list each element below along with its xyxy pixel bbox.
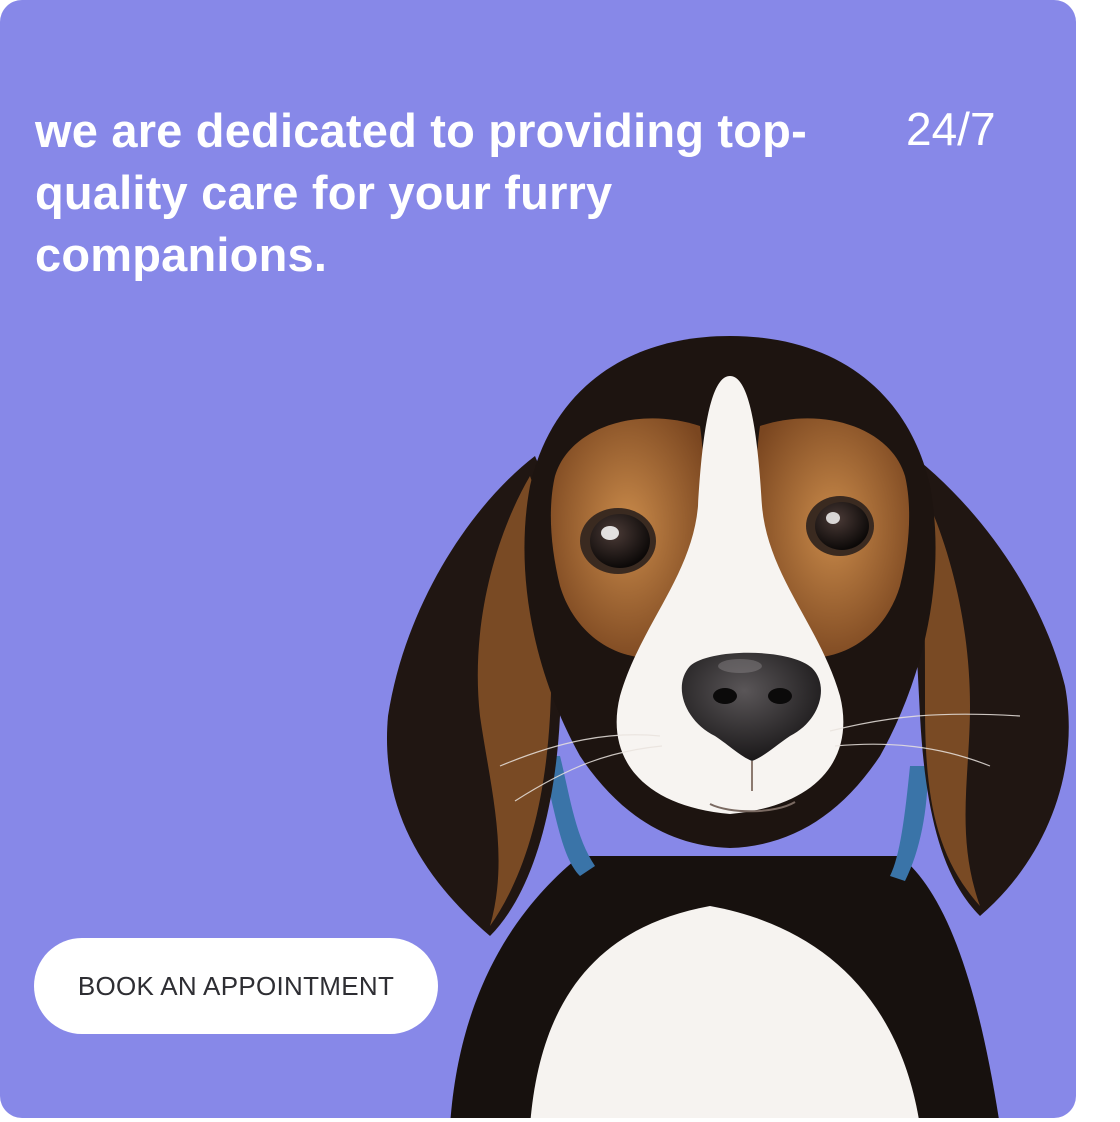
hero-card: we are dedicated to providing top-qualit… <box>0 0 1076 1118</box>
book-appointment-button[interactable]: BOOK AN APPOINTMENT <box>34 938 438 1034</box>
hero-headline: we are dedicated to providing top-qualit… <box>35 104 807 281</box>
beagle-puppy-image <box>386 336 1069 1118</box>
availability-badge: 24/7 <box>906 103 996 155</box>
